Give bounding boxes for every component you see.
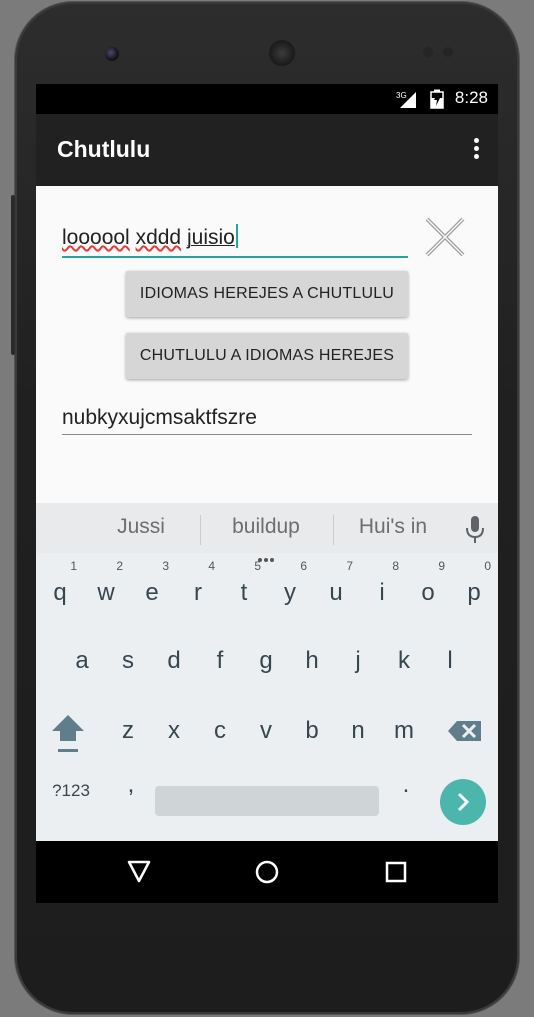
key-u[interactable]: 7u bbox=[313, 559, 359, 623]
microphone-icon[interactable] bbox=[466, 516, 484, 544]
chevron-right-icon bbox=[457, 792, 470, 812]
translated-output-field[interactable]: nubkyxujcmsaktfszre bbox=[62, 404, 472, 435]
light-sensor bbox=[443, 47, 453, 57]
source-text-value: loooool xddd juisio bbox=[62, 224, 238, 250]
recents-icon[interactable] bbox=[384, 859, 408, 885]
volume-button bbox=[11, 195, 15, 355]
navigation-bar bbox=[36, 841, 498, 903]
proximity-sensor bbox=[423, 47, 433, 57]
input-word: loooool bbox=[62, 226, 130, 249]
key-l[interactable]: l bbox=[427, 631, 473, 691]
app-bar: Chutlulu bbox=[36, 114, 498, 186]
text-cursor bbox=[235, 224, 238, 248]
key-z[interactable]: z bbox=[105, 701, 151, 761]
earpiece-speaker bbox=[269, 40, 295, 66]
soft-keyboard: Jussi buildup Hui's in 1q 2w 3e 4r 5t 6y… bbox=[36, 503, 498, 841]
key-v[interactable]: v bbox=[243, 701, 289, 761]
key-a[interactable]: a bbox=[59, 631, 105, 691]
key-k[interactable]: k bbox=[381, 631, 427, 691]
key-y[interactable]: 6y bbox=[267, 559, 313, 623]
key-n[interactable]: n bbox=[335, 701, 381, 761]
key-o[interactable]: 9o bbox=[405, 559, 451, 623]
status-bar: 3G 8:28 bbox=[36, 84, 498, 114]
home-icon[interactable] bbox=[255, 859, 279, 885]
key-h[interactable]: h bbox=[289, 631, 335, 691]
key-i[interactable]: 8i bbox=[359, 559, 405, 623]
screen: 3G 8:28 Chutlulu loooool xddd juisio IDI… bbox=[36, 84, 498, 903]
signal-icon: 3G bbox=[396, 91, 416, 108]
key-m[interactable]: m bbox=[381, 701, 427, 761]
key-t[interactable]: 5t bbox=[221, 559, 267, 623]
suggestion-item[interactable]: buildup bbox=[201, 515, 331, 539]
symbols-key[interactable]: ?123 bbox=[46, 771, 96, 811]
translated-output-value: nubkyxujcmsaktfszre bbox=[62, 406, 257, 429]
close-icon[interactable] bbox=[424, 216, 466, 258]
network-type-label: 3G bbox=[396, 91, 407, 100]
more-vert-icon[interactable] bbox=[472, 138, 480, 164]
backspace-icon[interactable] bbox=[446, 711, 486, 751]
shift-icon[interactable] bbox=[48, 707, 88, 757]
suggestion-item[interactable]: Hui's in bbox=[328, 515, 458, 539]
suggestion-item[interactable]: Jussi bbox=[76, 515, 206, 539]
spacebar[interactable] bbox=[155, 786, 379, 816]
key-b[interactable]: b bbox=[289, 701, 335, 761]
back-icon[interactable] bbox=[127, 859, 151, 885]
key-f[interactable]: f bbox=[197, 631, 243, 691]
key-x[interactable]: x bbox=[151, 701, 197, 761]
key-w[interactable]: 2w bbox=[83, 559, 129, 623]
comma-key[interactable]: , bbox=[116, 765, 146, 805]
key-s[interactable]: s bbox=[105, 631, 151, 691]
input-word: xddd bbox=[135, 226, 182, 249]
app-title: Chutlulu bbox=[57, 136, 151, 162]
key-d[interactable]: d bbox=[151, 631, 197, 691]
key-r[interactable]: 4r bbox=[175, 559, 221, 623]
status-time: 8:28 bbox=[454, 88, 488, 107]
enter-key[interactable] bbox=[440, 779, 486, 825]
key-g[interactable]: g bbox=[243, 631, 289, 691]
heretic-to-chutlulu-button[interactable]: IDIOMAS HEREJES A CHUTLULU bbox=[126, 271, 408, 317]
key-e[interactable]: 3e bbox=[129, 559, 175, 623]
key-p[interactable]: 0p bbox=[451, 559, 497, 623]
key-j[interactable]: j bbox=[335, 631, 381, 691]
chutlulu-to-heretic-button[interactable]: CHUTLULU A IDIOMAS HEREJES bbox=[126, 333, 408, 379]
main-content: loooool xddd juisio IDIOMAS HEREJES A CH… bbox=[36, 186, 498, 503]
key-c[interactable]: c bbox=[197, 701, 243, 761]
period-key[interactable]: . bbox=[391, 765, 421, 805]
front-camera bbox=[105, 47, 119, 61]
suggestion-strip: Jussi buildup Hui's in bbox=[36, 503, 498, 562]
input-word: juisio bbox=[186, 226, 235, 249]
key-q[interactable]: 1q bbox=[37, 559, 83, 623]
source-text-input[interactable]: loooool xddd juisio bbox=[62, 220, 408, 258]
battery-charging-icon bbox=[430, 89, 444, 109]
